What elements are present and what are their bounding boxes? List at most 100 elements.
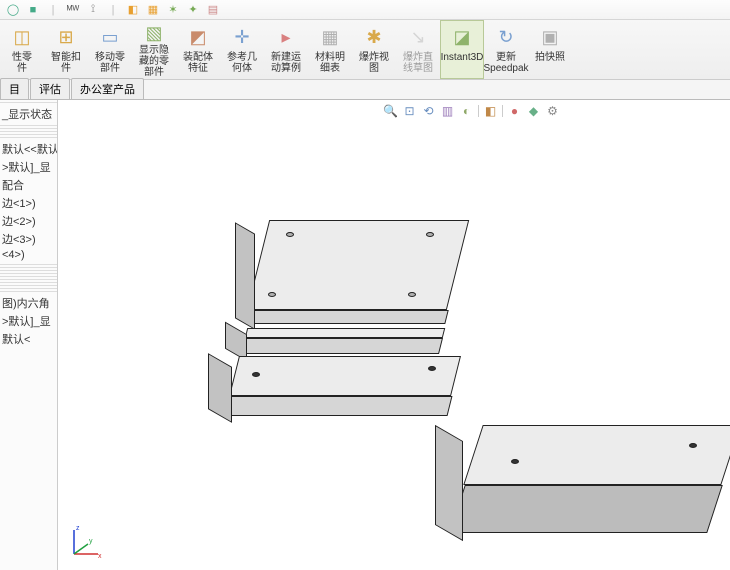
zoom-area-icon[interactable]: ⊡ [402,103,417,118]
heads-up-toolbar: 🔍 ⊡ ⟲ ▥ ◐ ◧ ● ◆ ⚙ [383,103,560,118]
parts-icon[interactable]: ▦ [146,3,160,17]
hud-separator [478,105,479,117]
smart-fasteners-icon: ⊞ [53,24,79,50]
exploded-view-button[interactable]: ✱爆炸视图 [352,20,396,79]
circle-icon[interactable]: ◯ [6,3,20,17]
axis-x-label: x [98,553,102,560]
tree-item-10[interactable]: 边<1>) [0,194,57,212]
smart-fasteners-button[interactable]: ⊞智能扣件 [44,20,88,79]
divider: | [106,3,120,17]
tree-item-24[interactable]: 图)内六角 [0,294,57,312]
tree-item-6 [0,137,57,138]
bom-icon: ▦ [317,24,343,50]
divider: | [46,3,60,17]
command-tabs: 目评估办公室产品 [0,80,730,100]
tree-item-5 [0,134,57,135]
instant3d-button[interactable]: ◪ Instant3D [440,20,484,79]
appearance-icon[interactable]: ● [507,103,522,118]
tree-item-13[interactable]: <4>) [0,248,57,262]
show-hidden-icon: ▧ [141,24,167,43]
tree-item-20 [0,282,57,283]
move-component-button[interactable]: ▭移动零部件 [88,20,132,79]
ref2-icon[interactable]: ✦ [186,3,200,17]
tree-item-23 [0,291,57,292]
graphics-viewport[interactable]: 🔍 ⊡ ⟲ ▥ ◐ ◧ ● ◆ ⚙ z [58,100,730,570]
update-speedpak-button[interactable]: ↻更新Speedpak [484,20,528,79]
assembly-feature-button[interactable]: ◩装配体特征 [176,20,220,79]
mate-icon[interactable]: ᴹᵂ [66,3,80,17]
exploded-view-label: 爆炸视 [359,52,389,63]
show-hidden-button[interactable]: ▧显示隐藏的零部件 [132,20,176,79]
tree-item-3 [0,128,57,129]
tree-item-25[interactable]: >默认]_显 [0,312,57,330]
snapshot-label: 拍快照 [535,52,565,63]
tree-item-22 [0,288,57,289]
tree-item-1[interactable]: _显示状态 [0,105,57,123]
new-motion-icon: ▸ [273,24,299,50]
tab-1[interactable]: 目 [0,78,29,99]
exploded-view-icon: ✱ [361,24,387,50]
link-icon[interactable]: ⟟ [86,3,100,17]
tree-item-16 [0,270,57,271]
explode-line-button[interactable]: ↘爆炸直线草图 [396,20,440,79]
display-style-icon[interactable]: ◐ [459,103,474,118]
new-motion-button[interactable]: ▸新建运动算例 [264,20,308,79]
bom-label: 材料明 [315,52,345,63]
move-component-icon: ▭ [97,24,123,50]
hud-separator [502,105,503,117]
snapshot-button[interactable]: ▣ 拍快照 [528,20,572,79]
tree-item-4 [0,131,57,132]
zoom-fit-icon[interactable]: 🔍 [383,103,398,118]
view-settings-icon[interactable]: ⚙ [545,103,560,118]
tree-item-8[interactable]: >默认]_显 [0,158,57,176]
tree-item-18 [0,276,57,277]
square-icon[interactable]: ■ [26,3,40,17]
model-block-bottom[interactable] [453,425,730,570]
ref-icon[interactable]: ✶ [166,3,180,17]
tree-item-0 [0,102,57,103]
section-icon[interactable]: ▥ [440,103,455,118]
prev-view-icon[interactable]: ⟲ [421,103,436,118]
smart-fasteners-label: 智能扣 [51,52,81,63]
assembly-feature-icon: ◩ [185,24,211,50]
tree-item-2 [0,125,57,126]
tab-eval[interactable]: 评估 [30,78,70,99]
axis-y-label: y [89,538,93,545]
update-speedpak-icon: ↻ [493,24,519,50]
tree-item-19 [0,279,57,280]
tree-item-26[interactable]: 默认< [0,330,57,348]
explode-line-label: 爆炸直 [403,52,433,63]
tab-office[interactable]: 办公室产品 [71,78,144,99]
bom-button[interactable]: ▦材料明细表 [308,20,352,79]
doc-icon[interactable]: ▤ [206,3,220,17]
reference-geom-label: 参考几 [227,52,257,63]
instant3d-label: Instant3D [441,52,484,63]
linear-parts-button[interactable]: ◫性零件 [0,20,44,79]
model-block-top[interactable] [238,220,478,420]
move-component-label: 移动零 [95,52,125,63]
view-triad: z x y [64,524,104,564]
explode-line-icon: ↘ [405,24,431,50]
tree-item-9[interactable]: 配合 [0,176,57,194]
instant3d-icon: ◪ [449,24,475,50]
reference-geom-button[interactable]: ✛参考几何体 [220,20,264,79]
new-motion-label: 新建运 [271,52,301,63]
show-hidden-label: 显示隐 [139,45,169,56]
snapshot-icon: ▣ [537,24,563,50]
tree-item-17 [0,273,57,274]
update-speedpak-label: 更新 [496,52,516,63]
tree-item-12[interactable]: 边<3>) [0,230,57,248]
feature-tree-panel[interactable]: _显示状态默认<<默认>默认]_显配合边<1>)边<2>)边<3>)<4>)图)… [0,100,58,570]
scene-icon[interactable]: ◆ [526,103,541,118]
cube-icon[interactable]: ◧ [126,3,140,17]
assembly-feature-label: 装配体 [183,52,213,63]
linear-parts-label: 性零 [12,52,32,63]
reference-geom-icon: ✛ [229,24,255,50]
tree-item-7[interactable]: 默认<<默认 [0,140,57,158]
hide-show-icon[interactable]: ◧ [483,103,498,118]
tree-item-11[interactable]: 边<2>) [0,212,57,230]
quick-access-toolbar: ◯ ■ | ᴹᵂ ⟟ | ◧ ▦ ✶ ✦ ▤ [0,0,730,20]
linear-parts-icon: ◫ [9,24,35,50]
ribbon-toolbar: ◫性零件⊞智能扣件▭移动零部件▧显示隐藏的零部件◩装配体特征✛参考几何体▸新建运… [0,20,730,80]
axis-z-label: z [76,525,80,532]
